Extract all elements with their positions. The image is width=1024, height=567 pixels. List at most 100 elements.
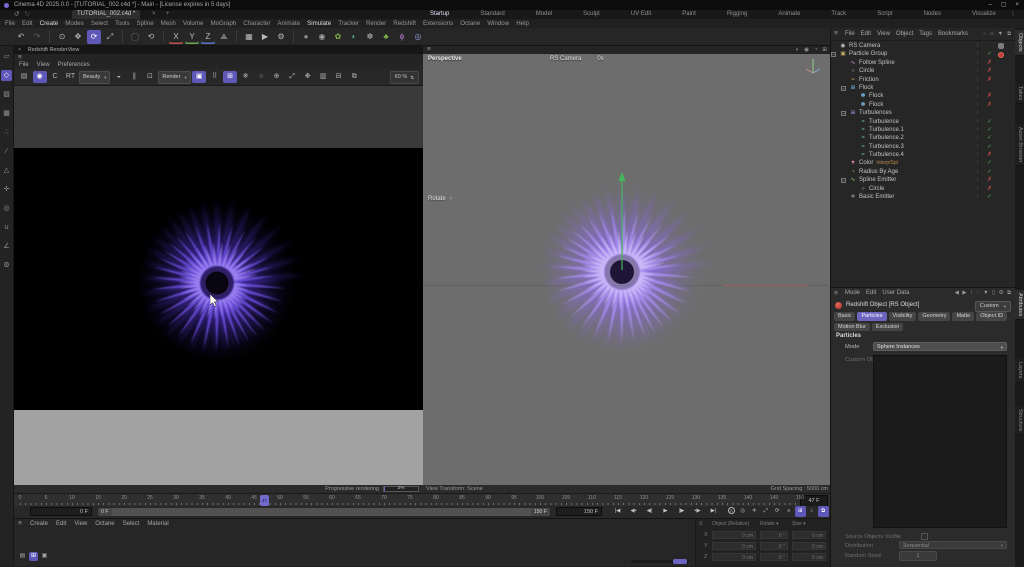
disabled-cross-icon[interactable]: ✗: [987, 76, 992, 84]
menu-edit[interactable]: Edit: [22, 19, 33, 28]
last-tool-icon[interactable]: ◯: [128, 30, 142, 44]
coordinate-value-field[interactable]: 0 cm: [792, 553, 826, 561]
enabled-check-icon[interactable]: ✓: [987, 159, 992, 167]
hamburger-icon[interactable]: ≡: [699, 521, 703, 527]
menu-create[interactable]: Create: [40, 19, 59, 28]
cloth-icon[interactable]: ◐: [347, 30, 361, 44]
visibility-dots[interactable]: ∶: [977, 143, 978, 151]
model-mode-icon[interactable]: ◇: [1, 70, 12, 81]
progressive-grid-icon[interactable]: ⠿: [208, 71, 222, 83]
viewport-solo-icon[interactable]: ◎: [1, 203, 12, 214]
pause-icon[interactable]: ∥: [127, 71, 141, 83]
attribute-tab-particles[interactable]: Particles: [857, 312, 887, 321]
points-mode-icon[interactable]: ∴: [1, 127, 12, 138]
object-tree-item[interactable]: ▼ Color Interp/Spl ∶ ✓: [831, 159, 1015, 167]
play-button[interactable]: ▶: [658, 506, 673, 517]
attribute-tab-exclusion[interactable]: Exclusion: [871, 322, 904, 331]
renderview-zoom-field[interactable]: 60 % ⇅: [389, 70, 419, 84]
object-tree-item[interactable]: ≈ Friction ∶ ✗: [831, 76, 1015, 84]
visibility-dots[interactable]: ∶: [977, 168, 978, 176]
next-key-button[interactable]: •▶: [690, 506, 705, 517]
scrollbar-thumb[interactable]: [673, 559, 687, 564]
object-tree-item[interactable]: ≈ Turbulence.2 ∶ ✓: [831, 134, 1015, 142]
menu-modes[interactable]: Modes: [65, 19, 84, 28]
forward-icon[interactable]: ▶: [962, 288, 966, 299]
attribute-tab-visibility[interactable]: Visibility: [888, 312, 917, 321]
up-icon[interactable]: ↑: [970, 288, 973, 299]
material-menu-material[interactable]: Material: [147, 519, 168, 529]
aov-select[interactable]: Beauty ▾: [79, 70, 111, 84]
menu-window[interactable]: Window: [487, 19, 509, 28]
undo-redo-arrows[interactable]: ↺ ↻: [14, 10, 30, 19]
enabled-check-icon[interactable]: ✓: [987, 50, 992, 58]
object-tree-item[interactable]: – ⊞ Turbulences ∶: [831, 109, 1015, 117]
object-tree-item[interactable]: ≈ Turbulence.3 ∶ ✓: [831, 143, 1015, 151]
back-arrow-icon[interactable]: ↺: [14, 10, 19, 19]
goto-end-button[interactable]: ▶|: [706, 506, 721, 517]
object-tree-item[interactable]: ∿ Follow Spline ∶ ✗: [831, 59, 1015, 67]
simulation-scene-icon[interactable]: ✿: [331, 30, 345, 44]
renderview-menu-view[interactable]: View: [37, 61, 50, 69]
make-editable-icon[interactable]: ▱: [1, 51, 12, 62]
enabled-check-icon[interactable]: ✓: [987, 126, 992, 134]
visibility-dots[interactable]: ∶: [977, 59, 978, 67]
particles-icon[interactable]: ♣: [379, 30, 393, 44]
lock-icon[interactable]: ▯: [992, 288, 995, 299]
attribute-menu-user-data[interactable]: User Data: [882, 288, 909, 299]
range-end-handle[interactable]: 150 F: [530, 507, 550, 516]
material-menu-edit[interactable]: Edit: [56, 519, 66, 529]
prev-key-button[interactable]: ◀•: [626, 506, 641, 517]
rt-toggle[interactable]: RT: [64, 71, 78, 83]
menu-spline[interactable]: Spline: [136, 19, 153, 28]
save-image-icon[interactable]: ⊟: [332, 71, 346, 83]
menu-extensions[interactable]: Extensions: [423, 19, 453, 28]
close-button[interactable]: ×: [1015, 0, 1019, 10]
texture-mode-icon[interactable]: ▨: [1, 89, 12, 100]
object-tree-item[interactable]: – ▣ Particle Group ∶ ✓: [831, 50, 1015, 58]
visibility-dots[interactable]: ∶: [977, 118, 978, 126]
range-start-field[interactable]: 0 F: [30, 507, 92, 516]
render-view-icon[interactable]: ▦: [242, 30, 256, 44]
enabled-check-icon[interactable]: ✓: [987, 168, 992, 176]
menu-file[interactable]: File: [5, 19, 15, 28]
record-position-icon[interactable]: ✛: [749, 506, 760, 517]
quantize-icon[interactable]: ∠: [1, 241, 12, 252]
background-icon[interactable]: ○: [254, 71, 268, 83]
y-axis-handle[interactable]: [612, 172, 632, 272]
menu-select[interactable]: Select: [91, 19, 108, 28]
visibility-dots[interactable]: ∶: [977, 185, 978, 193]
autokey-icon[interactable]: A: [726, 506, 737, 517]
bucket-render-icon[interactable]: ▣: [192, 71, 207, 83]
visibility-dots[interactable]: ∶: [977, 109, 978, 117]
next-frame-button[interactable]: |▶: [674, 506, 689, 517]
disabled-cross-icon[interactable]: ✗: [987, 67, 992, 75]
menu-animate[interactable]: Animate: [277, 19, 300, 28]
hamburger-icon[interactable]: ≡: [427, 46, 431, 53]
layout-overflow-icon[interactable]: ⋮: [1010, 10, 1016, 19]
menu-tracker[interactable]: Tracker: [338, 19, 359, 28]
volume-icon[interactable]: ◎: [411, 30, 425, 44]
object-tree-item[interactable]: ◔ Radius By Age ∶ ✓: [831, 168, 1015, 176]
object-tree-item[interactable]: ◉ RS Camera ∶: [831, 42, 1015, 50]
menu-tools[interactable]: Tools: [115, 19, 129, 28]
enabled-check-icon[interactable]: ✓: [987, 193, 992, 201]
popout-icon[interactable]: ⧉: [1007, 288, 1011, 299]
zoom-spinner-icon[interactable]: ⇅: [410, 72, 414, 83]
edit-material-icon[interactable]: ◉: [315, 30, 329, 44]
material-menu-octane[interactable]: Octane: [95, 519, 114, 529]
visibility-dots[interactable]: ∶: [977, 126, 978, 134]
menu-volume[interactable]: Volume: [183, 19, 204, 28]
renderview-tab[interactable]: × Redshift RenderView: [14, 46, 423, 54]
edges-mode-icon[interactable]: ∕: [1, 146, 12, 157]
pixel-match-icon[interactable]: ⊞: [223, 71, 238, 83]
attribute-menu-edit[interactable]: Edit: [866, 288, 876, 299]
visibility-dots[interactable]: ∶: [977, 76, 978, 84]
object-tree-item[interactable]: ✽ Flock ∶ ✗: [831, 92, 1015, 100]
filter-icon[interactable]: ▼: [983, 288, 988, 299]
attribute-tab-motion-blur[interactable]: Motion Blur: [834, 322, 870, 331]
visibility-dots[interactable]: ∶: [977, 176, 978, 184]
render-picture-viewer-icon[interactable]: ▶: [258, 30, 272, 44]
minimize-button[interactable]: –: [988, 0, 991, 10]
range-start-handle[interactable]: 0 F: [98, 507, 112, 516]
live-selection-icon[interactable]: ⊙: [55, 30, 69, 44]
